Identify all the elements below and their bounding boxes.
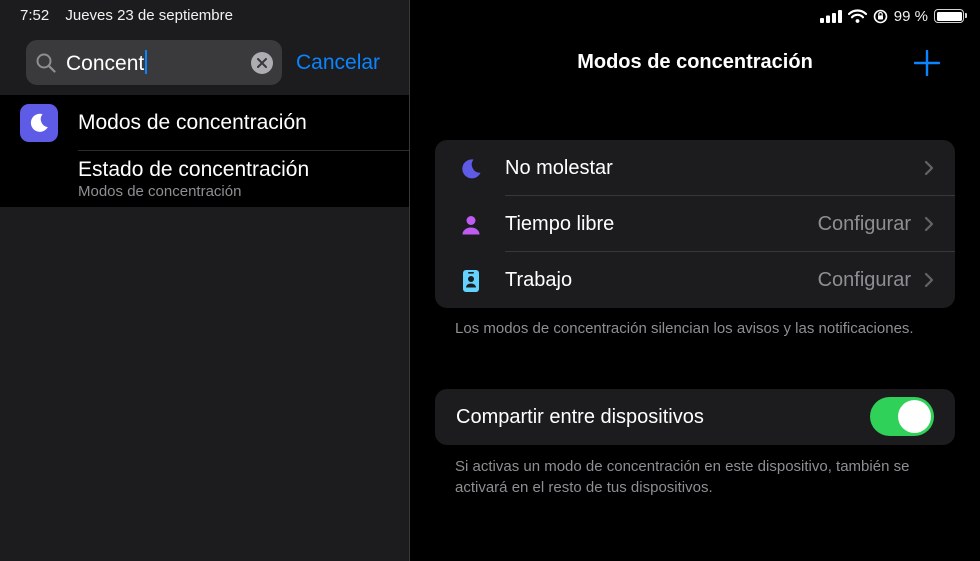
screen: 7:52 Jueves 23 de septiembre Concent Can… <box>0 0 980 561</box>
text-cursor <box>145 50 148 74</box>
mode-row-personal[interactable]: Tiempo libre Configurar <box>435 196 955 252</box>
orientation-lock-icon <box>873 9 888 23</box>
focus-app-icon <box>20 104 58 142</box>
search-results: Modos de concentración Estado de concent… <box>0 95 409 207</box>
result-title: Estado de concentración <box>78 158 310 181</box>
status-time: 7:52 <box>20 7 50 24</box>
add-focus-button[interactable] <box>914 50 940 76</box>
chevron-right-icon <box>924 160 934 176</box>
moon-icon <box>462 159 481 179</box>
detail-pane: 99 % Modos de concentración No molestar <box>410 0 980 561</box>
result-subtitle: Modos de concentración <box>78 183 242 200</box>
modes-footer-text: Los modos de concentración silencian los… <box>455 320 914 337</box>
close-icon <box>257 58 267 68</box>
mode-label: Tiempo libre <box>505 213 615 235</box>
share-footer-text: Si activas un modo de concentración en e… <box>455 458 910 496</box>
mode-label: No molestar <box>505 157 613 179</box>
clear-search-button[interactable] <box>251 52 273 74</box>
battery-nub <box>965 13 967 18</box>
id-badge-icon <box>463 270 479 292</box>
chevron-right-icon <box>924 272 934 288</box>
chevron-right-icon <box>924 216 934 232</box>
share-across-devices-toggle[interactable] <box>870 397 934 436</box>
share-across-devices-row: Compartir entre dispositivos <box>435 389 955 445</box>
moon-icon <box>30 113 48 132</box>
search-icon <box>36 53 56 73</box>
mode-row-do-not-disturb[interactable]: No molestar <box>435 140 955 196</box>
share-label: Compartir entre dispositivos <box>456 406 704 428</box>
search-pane: 7:52 Jueves 23 de septiembre Concent Can… <box>0 0 409 561</box>
search-query: Concent <box>66 50 148 76</box>
search-query-text: Concent <box>66 52 145 75</box>
search-result-focus-modes[interactable]: Modos de concentración <box>0 95 409 151</box>
mode-value: Configurar <box>817 269 911 291</box>
focus-modes-list: No molestar Tiempo libre Configurar Trab… <box>435 140 955 308</box>
toggle-knob <box>898 400 931 433</box>
status-date: Jueves 23 de septiembre <box>65 7 233 24</box>
mode-label: Trabajo <box>505 269 573 291</box>
mode-value: Configurar <box>817 213 911 235</box>
battery-fill <box>936 11 962 21</box>
search-input[interactable]: Concent <box>26 40 282 85</box>
result-title: Modos de concentración <box>78 111 307 134</box>
person-icon <box>462 216 480 235</box>
status-bar-right: 99 % <box>819 6 967 26</box>
battery-icon <box>934 9 967 23</box>
page-title: Modos de concentración <box>577 51 813 73</box>
wifi-icon <box>847 9 867 23</box>
mode-row-work[interactable]: Trabajo Configurar <box>435 252 955 308</box>
cellular-signal-icon <box>819 9 842 23</box>
search-result-focus-status[interactable]: Estado de concentración Modos de concent… <box>0 151 409 207</box>
cancel-button[interactable]: Cancelar <box>296 51 380 75</box>
status-bar-left: 7:52 Jueves 23 de septiembre <box>20 7 233 24</box>
battery-percentage: 99 % <box>893 7 928 25</box>
